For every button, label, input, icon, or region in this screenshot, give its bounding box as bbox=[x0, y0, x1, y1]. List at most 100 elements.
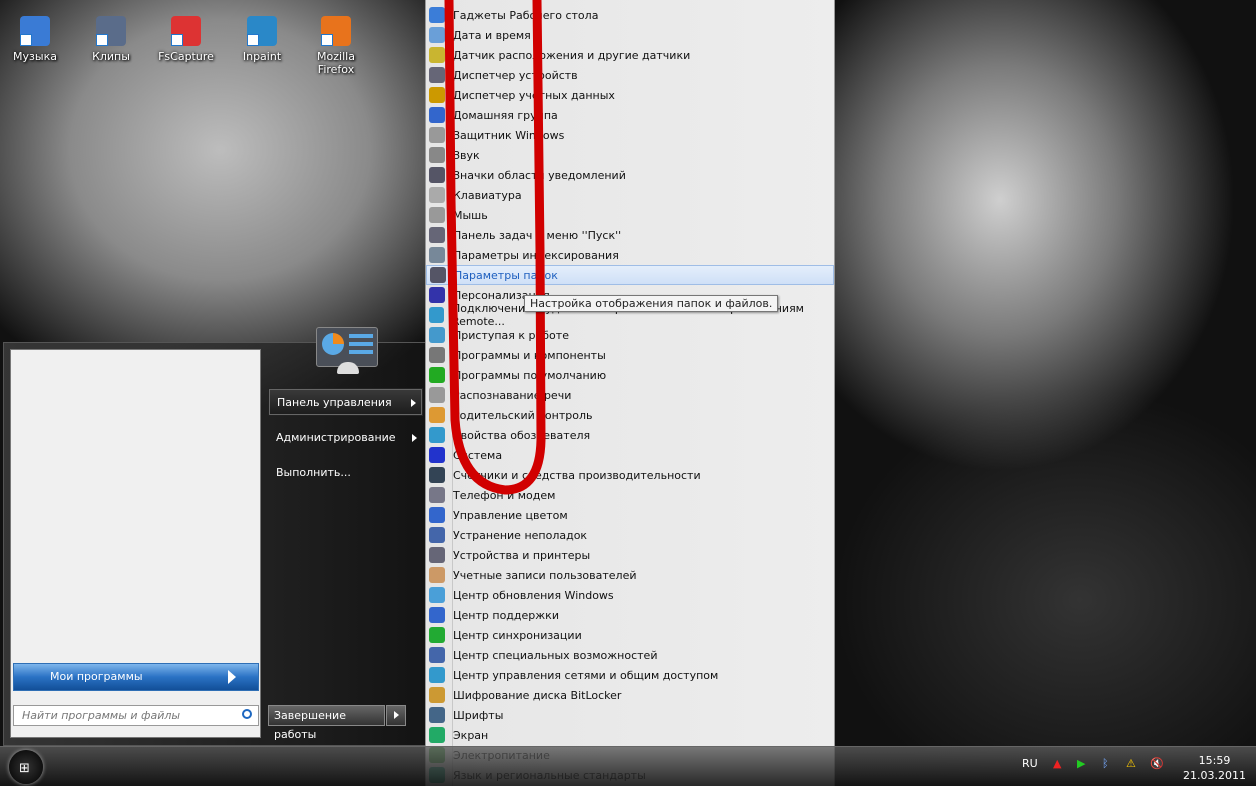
applet-icon bbox=[429, 127, 445, 143]
control-panel-item[interactable]: Учетные записи пользователей bbox=[426, 565, 834, 585]
applet-icon bbox=[429, 367, 445, 383]
search-icon[interactable] bbox=[242, 709, 252, 719]
bluetooth-icon[interactable]: ᛒ bbox=[1102, 757, 1109, 770]
control-panel-item[interactable]: Параметры индексирования bbox=[426, 245, 834, 265]
control-panel-item[interactable]: Параметры папок bbox=[426, 265, 834, 285]
applet-icon bbox=[429, 167, 445, 183]
language-indicator[interactable]: RU bbox=[1022, 757, 1038, 770]
control-panel-item[interactable]: Свойства обозревателя bbox=[426, 425, 834, 445]
item-label: Система bbox=[453, 448, 503, 462]
item-label: Центр специальных возможностей bbox=[453, 648, 658, 662]
applet-icon bbox=[429, 287, 445, 303]
applet-icon bbox=[429, 407, 445, 423]
control-panel-item[interactable]: Шифрование диска BitLocker bbox=[426, 685, 834, 705]
label: Администрирование bbox=[276, 431, 396, 444]
item-label: Центр синхронизации bbox=[453, 628, 582, 642]
shortcut-label: Inpaint bbox=[242, 50, 282, 63]
play-arrow-icon[interactable]: ▶ bbox=[1077, 757, 1085, 770]
clock[interactable]: 15:59 21.03.2011 bbox=[1183, 753, 1246, 783]
item-label: Программы и компоненты bbox=[453, 348, 606, 362]
control-panel-item[interactable]: Устройства и принтеры bbox=[426, 545, 834, 565]
control-panel-item[interactable]: Диспетчер учетных данных bbox=[426, 85, 834, 105]
control-panel-item[interactable]: Экран bbox=[426, 725, 834, 745]
item-label: Защитник Windows bbox=[453, 128, 565, 142]
item-label: Свойства обозревателя bbox=[453, 428, 591, 442]
applet-icon bbox=[429, 47, 445, 63]
control-panel-item[interactable]: Центр специальных возможностей bbox=[426, 645, 834, 665]
control-panel-item[interactable]: Программы по умолчанию bbox=[426, 365, 834, 385]
control-panel-item[interactable]: Датчик расположения и другие датчики bbox=[426, 45, 834, 65]
applet-icon bbox=[429, 107, 445, 123]
control-panel-item[interactable]: Программы и компоненты bbox=[426, 345, 834, 365]
control-panel-item[interactable]: Гаджеты Рабочего стола bbox=[426, 5, 834, 25]
shortcut-icon bbox=[247, 16, 277, 46]
item-label: Значки области уведомлений bbox=[453, 168, 626, 182]
start-menu: Мои программы Найти программы и файлы Па… bbox=[3, 327, 425, 746]
control-panel-item[interactable]: Центр поддержки bbox=[426, 605, 834, 625]
administration-menu-item[interactable]: Администрирование bbox=[268, 424, 423, 452]
control-panel-item[interactable]: Счетчики и средства производительности bbox=[426, 465, 834, 485]
all-programs-button[interactable]: Мои программы bbox=[13, 663, 259, 691]
control-panel-item[interactable]: Дата и время bbox=[426, 25, 834, 45]
network-activity-icon[interactable]: ▲ bbox=[1053, 757, 1061, 770]
control-panel-item[interactable]: Родительский контроль bbox=[426, 405, 834, 425]
search-input[interactable]: Найти программы и файлы bbox=[13, 705, 259, 726]
control-panel-item[interactable]: Клавиатура bbox=[426, 185, 834, 205]
control-panel-item[interactable]: Шрифты bbox=[426, 705, 834, 725]
item-label: Родительский контроль bbox=[453, 408, 593, 422]
item-label: Управление цветом bbox=[453, 508, 568, 522]
applet-icon bbox=[429, 687, 445, 703]
control-panel-menu-item[interactable]: Панель управления bbox=[268, 388, 423, 416]
desktop-shortcut[interactable]: Клипы bbox=[76, 16, 146, 63]
control-panel-item[interactable]: Центр обновления Windows bbox=[426, 585, 834, 605]
control-panel-item[interactable]: Система bbox=[426, 445, 834, 465]
item-label: Параметры папок bbox=[454, 268, 558, 282]
control-panel-item[interactable]: Приступая к работе bbox=[426, 325, 834, 345]
applet-icon bbox=[429, 707, 445, 723]
control-panel-item[interactable]: Диспетчер устройств bbox=[426, 65, 834, 85]
desktop-shortcut[interactable]: Музыка bbox=[0, 16, 70, 63]
control-panel-item[interactable]: Управление цветом bbox=[426, 505, 834, 525]
shortcut-label: Клипы bbox=[92, 50, 130, 63]
tooltip: Настройка отображения папок и файлов. bbox=[524, 295, 779, 312]
control-panel-item[interactable]: Телефон и модем bbox=[426, 485, 834, 505]
volume-muted-icon[interactable]: 🔇 bbox=[1150, 757, 1164, 770]
control-panel-item[interactable]: Значки области уведомлений bbox=[426, 165, 834, 185]
control-panel-item[interactable]: Распознавание речи bbox=[426, 385, 834, 405]
desktop-shortcut[interactable]: Mozilla Firefox bbox=[301, 16, 371, 76]
applet-icon bbox=[429, 567, 445, 583]
control-panel-icon bbox=[316, 327, 378, 374]
item-label: Датчик расположения и другие датчики bbox=[453, 48, 691, 62]
control-panel-item[interactable]: Устранение неполадок bbox=[426, 525, 834, 545]
item-label: Домашняя группа bbox=[453, 108, 558, 122]
shutdown-button[interactable]: Завершение работы bbox=[268, 705, 385, 741]
shortcut-label: Mozilla Firefox bbox=[317, 50, 355, 76]
control-panel-item[interactable]: Центр синхронизации bbox=[426, 625, 834, 645]
control-panel-item[interactable]: Панель задач и меню ''Пуск'' bbox=[426, 225, 834, 245]
start-button[interactable]: ⊞ bbox=[9, 750, 43, 784]
windows-logo-icon: ⊞ bbox=[19, 761, 30, 776]
item-label: Телефон и модем bbox=[453, 488, 556, 502]
control-panel-item[interactable]: Звук bbox=[426, 145, 834, 165]
item-label: Диспетчер устройств bbox=[453, 68, 578, 82]
arrow-right-icon bbox=[411, 399, 416, 407]
control-panel-item[interactable]: Домашняя группа bbox=[426, 105, 834, 125]
applet-icon bbox=[429, 207, 445, 223]
item-label: Распознавание речи bbox=[453, 388, 572, 402]
item-label: Устройства и принтеры bbox=[453, 548, 591, 562]
date: 21.03.2011 bbox=[1183, 769, 1246, 782]
network-warning-icon[interactable]: ⚠ bbox=[1126, 757, 1136, 770]
run-menu-item[interactable]: Выполнить... bbox=[268, 459, 423, 487]
desktop-shortcut[interactable]: FsCapture bbox=[151, 16, 221, 63]
arrow-right-icon bbox=[412, 434, 417, 442]
control-panel-item[interactable]: Центр управления сетями и общим доступом bbox=[426, 665, 834, 685]
applet-icon bbox=[429, 147, 445, 163]
shortcut-label: Музыка bbox=[13, 50, 57, 63]
control-panel-item[interactable]: Защитник Windows bbox=[426, 125, 834, 145]
control-panel-item[interactable]: Мышь bbox=[426, 205, 834, 225]
programs-pane: Мои программы Найти программы и файлы bbox=[10, 349, 261, 738]
shutdown-options-button[interactable] bbox=[386, 705, 406, 726]
desktop-shortcut[interactable]: Inpaint bbox=[227, 16, 297, 63]
applet-icon bbox=[429, 7, 445, 23]
label: Выполнить... bbox=[276, 466, 351, 479]
